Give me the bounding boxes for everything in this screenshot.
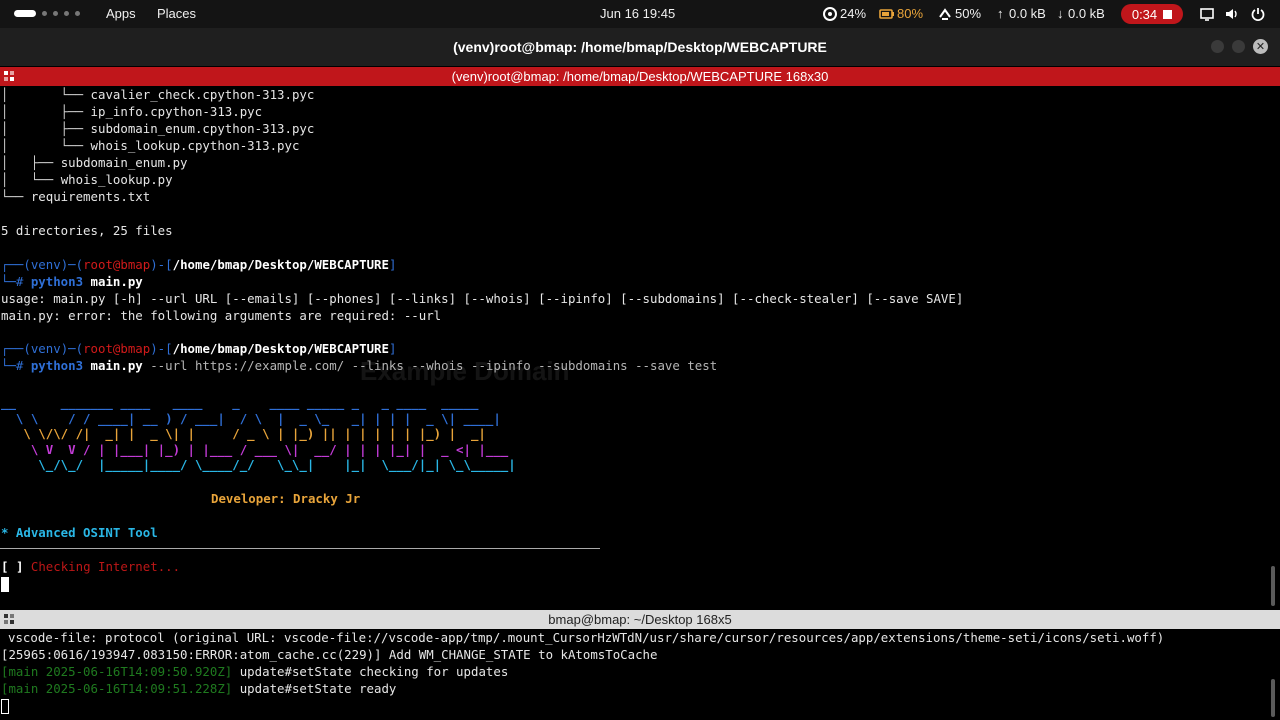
separator-line (0, 548, 600, 549)
system-top-bar: Apps Places Jun 16 19:45 24% 80% 50% ↑ 0… (0, 0, 1280, 28)
battery-icon (879, 9, 894, 19)
terminal-pane[interactable]: vscode-file: protocol (original URL: vsc… (0, 629, 1280, 720)
prompt-line: ┌──(venv)─(root@bmap)-[/home/bmap/Deskto… (1, 257, 397, 272)
workspace-dot-icon (53, 11, 58, 16)
workspace-dot-icon (64, 11, 69, 16)
recording-time: 0:34 (1131, 6, 1158, 22)
terminal-pane[interactable]: Example Domain │ └── cavalier_check.cpyt… (0, 86, 1280, 610)
tool-tagline: * Advanced OSINT Tool (1, 525, 158, 540)
places-menu[interactable]: Places (157, 6, 196, 21)
stop-icon (1163, 9, 1173, 19)
screen-recording-indicator[interactable]: 0:34 (1121, 4, 1183, 24)
close-button[interactable]: ✕ (1253, 39, 1268, 54)
upload-rate: 0.0 kB (1009, 6, 1046, 21)
workspace-dot-icon (75, 11, 80, 16)
terminal-pane-title: bmap@bmap: ~/Desktop 168x5 (548, 612, 732, 627)
developer-credit: Developer: Dracky Jr (211, 491, 361, 506)
maximize-button[interactable] (1232, 40, 1245, 53)
log-line: [main 2025-06-16T14:09:51.228Z] update#s… (1, 681, 397, 696)
usage-output: usage: main.py [-h] --url URL [--emails]… (1, 291, 964, 306)
tree-line: │ └── whois_lookup.py (1, 172, 173, 187)
log-line: [main 2025-06-16T14:09:50.920Z] update#s… (1, 664, 509, 679)
brightness-level: 50% (955, 6, 982, 21)
window-titlebar[interactable]: (venv)root@bmap: /home/bmap/Desktop/WEBC… (0, 28, 1280, 66)
download-arrow-icon: ↓ (1057, 6, 1064, 21)
cpu-icon (823, 7, 837, 21)
workspace-dot-icon (42, 11, 47, 16)
terminal-pane-titlebar[interactable]: (venv)root@bmap: /home/bmap/Desktop/WEBC… (0, 67, 1280, 86)
prompt-line: ┌──(venv)─(root@bmap)-[/home/bmap/Deskto… (1, 341, 397, 356)
window-title: (venv)root@bmap: /home/bmap/Desktop/WEBC… (453, 39, 827, 55)
volume-icon[interactable] (1224, 6, 1240, 22)
terminal-cursor (1, 575, 9, 592)
terminal-scrollbar[interactable] (1271, 566, 1275, 606)
cpu-usage: 24% (840, 6, 867, 21)
status-line: [ ] Checking Internet... (1, 559, 181, 574)
tree-line: │ ├── subdomain_enum.cpython-313.pyc (1, 121, 315, 136)
terminal-scrollbar[interactable] (1271, 679, 1275, 717)
tree-line: │ ├── subdomain_enum.py (1, 155, 188, 170)
terminal-pane-titlebar[interactable]: bmap@bmap: ~/Desktop 168x5 (0, 610, 1280, 629)
tree-line: │ └── cavalier_check.cpython-313.pyc (1, 87, 315, 102)
log-line: [25965:0616/193947.083150:ERROR:atom_cac… (1, 647, 658, 662)
ascii-art-logo: __ _______ ____ ____ _ ____ _____ _ _ __… (1, 395, 516, 472)
screen-icon[interactable] (1199, 6, 1215, 22)
brightness-icon (939, 8, 951, 20)
download-rate: 0.0 kB (1068, 6, 1105, 21)
error-output: main.py: error: the following arguments … (1, 308, 442, 323)
workspace-indicator[interactable] (14, 10, 80, 17)
clock[interactable]: Jun 16 19:45 (600, 6, 675, 21)
apps-menu[interactable]: Apps (106, 6, 136, 21)
tree-line: │ ├── ip_info.cpython-313.pyc (1, 104, 263, 119)
active-workspace-icon (14, 10, 36, 17)
minimize-button[interactable] (1211, 40, 1224, 53)
tree-line: │ └── whois_lookup.cpython-313.pyc (1, 138, 300, 153)
terminal-cursor (1, 697, 9, 714)
terminal-pane-title: (venv)root@bmap: /home/bmap/Desktop/WEBC… (451, 69, 829, 84)
power-icon[interactable] (1250, 6, 1266, 22)
battery-level: 80% (897, 6, 924, 21)
command-line: └─# python3 main.py (1, 274, 143, 289)
log-line: vscode-file: protocol (original URL: vsc… (8, 630, 1165, 645)
upload-arrow-icon: ↑ (997, 6, 1004, 21)
tree-summary: 5 directories, 25 files (1, 223, 173, 238)
tree-line: └── requirements.txt (1, 189, 151, 204)
command-line: └─# python3 main.py --url https://exampl… (1, 358, 718, 373)
